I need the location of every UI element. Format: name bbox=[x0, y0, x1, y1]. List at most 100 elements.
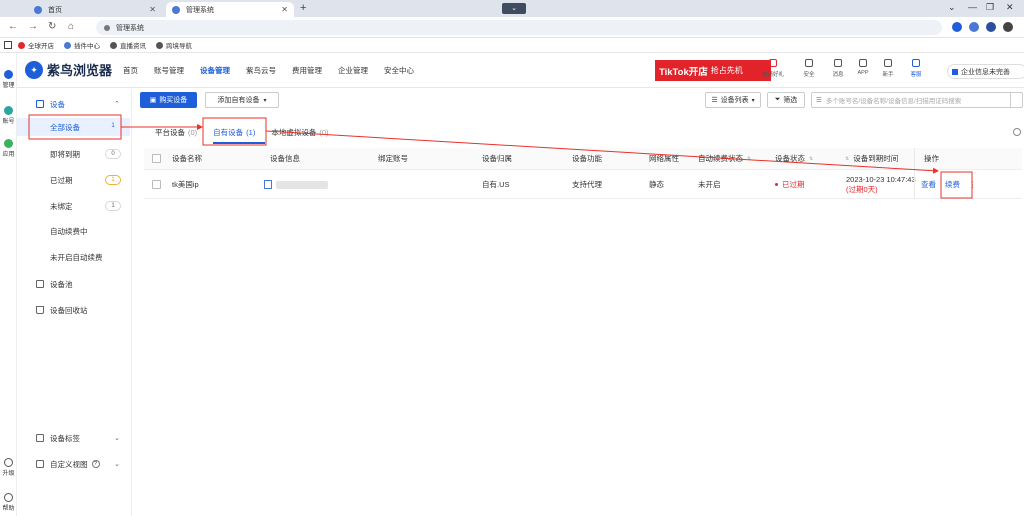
new-tab-button[interactable]: + bbox=[300, 2, 306, 14]
messages-button[interactable]: 消息 bbox=[826, 59, 850, 78]
sidebar-section-devices[interactable]: 设备 ⌃ bbox=[17, 95, 130, 113]
sidebar-item-custom-view[interactable]: 自定义视图 ? ⌄ bbox=[17, 455, 130, 473]
nav-home[interactable]: 首页 bbox=[123, 65, 138, 76]
security-button[interactable]: 安全 bbox=[797, 59, 821, 78]
redacted-info bbox=[276, 180, 328, 189]
device-subtabs: 平台设备 (0) 自有设备 (1) 本地虚拟设备 (0) bbox=[155, 127, 345, 138]
bookmark-item[interactable]: 直播资讯 bbox=[110, 40, 146, 50]
close-window-icon[interactable]: ✕ bbox=[1006, 2, 1014, 13]
reload-icon[interactable]: ↻ bbox=[48, 21, 56, 32]
sidebar-item-device-tags[interactable]: 设备标签 ⌄ bbox=[17, 429, 130, 447]
gear-icon[interactable] bbox=[1013, 128, 1021, 136]
url-input[interactable]: 管理系统 bbox=[96, 20, 942, 35]
row-checkbox[interactable] bbox=[152, 171, 161, 198]
device-icon bbox=[36, 100, 44, 108]
browser-tab-bar: 首页 ✕ 管理系统 ✕ + ⌄ ⌄ — ❐ ✕ bbox=[0, 0, 1024, 17]
strip-item-account[interactable]: 账号 bbox=[0, 106, 17, 125]
extension-icon[interactable] bbox=[986, 22, 996, 32]
brand-logo: ✦ 紫鸟浏览器 bbox=[25, 60, 112, 79]
back-arrow-icon[interactable]: ← bbox=[8, 21, 18, 32]
sidebar-item-unbound[interactable]: 未绑定 1 bbox=[17, 197, 130, 215]
nav-security[interactable]: 安全中心 bbox=[384, 65, 414, 76]
account-icon bbox=[4, 106, 13, 115]
sidebar-item-recycle-bin[interactable]: 设备回收站 bbox=[17, 301, 130, 319]
auto-renew-cell: 未开启 bbox=[698, 180, 721, 189]
support-button[interactable]: 客服 bbox=[904, 59, 928, 78]
tiktok-promo-banner[interactable]: TikTok开店 抢占先机 bbox=[655, 60, 771, 81]
invite-button[interactable]: 邀请好礼 bbox=[761, 59, 785, 78]
apps-icon[interactable] bbox=[4, 41, 12, 49]
select-all-checkbox[interactable] bbox=[152, 148, 161, 169]
forward-arrow-icon[interactable]: → bbox=[28, 21, 38, 32]
sidebar-item-auto-renew-off[interactable]: 未开启自动续费 bbox=[17, 248, 130, 266]
list-icon: ☰ bbox=[816, 97, 822, 104]
chevron-down-icon[interactable]: ⌄ bbox=[948, 2, 956, 13]
tab-local-virtual-devices[interactable]: 本地虚拟设备 (0) bbox=[271, 127, 328, 138]
home-icon[interactable]: ⌂ bbox=[68, 21, 74, 32]
nav-devices[interactable]: 设备管理 bbox=[200, 65, 230, 76]
sort-icon: ⇅ bbox=[845, 155, 850, 162]
chevron-down-icon: ⌄ bbox=[114, 435, 120, 442]
extension-icon[interactable] bbox=[969, 22, 979, 32]
nav-enterprise[interactable]: 企业管理 bbox=[338, 65, 368, 76]
sidebar-item-auto-renewing[interactable]: 自动续费中 bbox=[17, 222, 130, 240]
tab-platform-devices[interactable]: 平台设备 (0) bbox=[155, 127, 197, 138]
bookmark-item[interactable]: 全球开店 bbox=[18, 40, 54, 50]
strip-item-apps[interactable]: 应用 bbox=[0, 139, 17, 158]
maximize-icon[interactable]: ❐ bbox=[986, 2, 994, 13]
nav-accounts[interactable]: 账号管理 bbox=[154, 65, 184, 76]
bookmark-item[interactable]: 插件中心 bbox=[64, 40, 100, 50]
device-list-button[interactable]: ☰ 设备列表 ▾ bbox=[705, 92, 761, 108]
minimize-icon[interactable]: — bbox=[968, 2, 977, 12]
bookmark-icon bbox=[110, 41, 117, 49]
count-badge: 1 bbox=[111, 123, 115, 129]
col-actions: 操作 bbox=[924, 154, 939, 163]
browser-tab-admin[interactable]: 管理系统 ✕ bbox=[166, 2, 294, 17]
add-own-device-button[interactable]: 添加自有设备 ▾ bbox=[205, 92, 279, 108]
strip-item-upgrade[interactable]: 升级 bbox=[0, 458, 17, 477]
help-circle-icon[interactable]: ? bbox=[91, 460, 100, 468]
site-info-icon[interactable] bbox=[104, 24, 110, 31]
more-actions-icon[interactable]: ⋮ bbox=[969, 171, 977, 198]
bookmark-item[interactable]: 跨境导航 bbox=[156, 40, 192, 50]
tab-own-devices[interactable]: 自有设备 (1) bbox=[213, 127, 255, 138]
guide-icon bbox=[884, 59, 892, 67]
extension-icon[interactable] bbox=[952, 22, 962, 32]
col-expire-time[interactable]: ⇅ 设备到期时间 bbox=[845, 148, 898, 169]
headset-icon bbox=[912, 59, 920, 67]
apps-icon bbox=[4, 139, 13, 148]
sidebar-item-expiring[interactable]: 即将到期 0 bbox=[17, 145, 130, 163]
browser-tab-home[interactable]: 首页 ✕ bbox=[28, 2, 162, 17]
search-input[interactable]: ☰ 多个账号名/设备名称/设备信息/扫描用证码搜索 bbox=[811, 92, 1023, 108]
buy-device-button[interactable]: ▣ 购买设备 bbox=[140, 92, 197, 108]
ownership-cell: 自有.US bbox=[482, 180, 510, 189]
tab-search-dropdown[interactable]: ⌄ bbox=[502, 3, 526, 14]
filter-button[interactable]: ⏷ 筛选 bbox=[767, 92, 805, 108]
manage-icon bbox=[4, 70, 13, 79]
nav-billing[interactable]: 费用管理 bbox=[292, 65, 322, 76]
strip-item-help[interactable]: 帮助 bbox=[0, 493, 17, 512]
sidebar-item-expired[interactable]: 已过期 1 bbox=[17, 171, 130, 189]
puzzle-icon[interactable] bbox=[1003, 22, 1013, 32]
col-auto-renew[interactable]: 自动续费状态 ⇅ bbox=[698, 148, 751, 169]
tab-close-icon[interactable]: ✕ bbox=[149, 5, 156, 14]
sidebar-item-all-devices[interactable]: 全部设备 1 bbox=[17, 118, 130, 136]
count-badge: 1 bbox=[105, 201, 121, 211]
app-button[interactable]: APP bbox=[851, 59, 875, 76]
search-icon[interactable] bbox=[1010, 93, 1022, 107]
view-link[interactable]: 查看 bbox=[921, 171, 936, 198]
nav-cloud-numbers[interactable]: 紫鸟云号 bbox=[246, 65, 276, 76]
tab-close-icon[interactable]: ✕ bbox=[281, 5, 288, 14]
renew-link[interactable]: 续费 bbox=[945, 171, 960, 198]
beginner-button[interactable]: 新手 bbox=[876, 59, 900, 78]
tag-icon bbox=[36, 434, 44, 442]
cart-icon: ▣ bbox=[149, 97, 157, 104]
main-content: ▣ 购买设备 添加自有设备 ▾ ☰ 设备列表 ▾ ⏷ 筛选 ☰ 多个账号名/设备… bbox=[133, 89, 1024, 516]
strip-item-manage[interactable]: 管理 bbox=[0, 70, 17, 89]
pool-icon bbox=[36, 280, 44, 288]
col-status[interactable]: 设备状态 ⇅ bbox=[775, 148, 813, 169]
company-info-button[interactable]: 企业信息未完善 bbox=[947, 64, 1024, 79]
sort-icon: ⇅ bbox=[747, 155, 752, 162]
sidebar-item-device-pool[interactable]: 设备池 bbox=[17, 275, 130, 293]
recycle-icon bbox=[36, 306, 44, 314]
